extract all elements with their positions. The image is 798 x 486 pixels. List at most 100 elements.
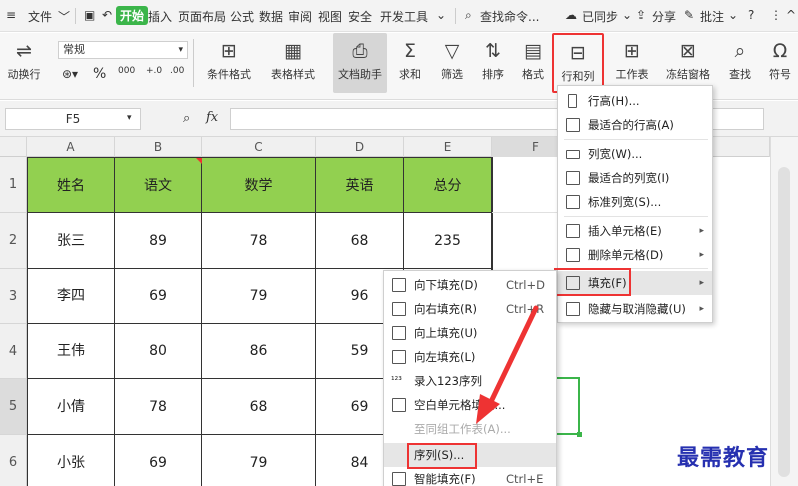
menu-item-best-row-height[interactable]: 最适合的行高(A) — [558, 113, 712, 137]
menu-formula[interactable]: 公式 — [230, 8, 254, 25]
increase-decimal-button[interactable]: +.0 — [146, 66, 162, 76]
row-header[interactable]: 6 — [0, 435, 27, 486]
menu-page-layout[interactable]: 页面布局 — [178, 8, 226, 25]
chevron-down-icon[interactable]: ⌄ — [622, 8, 632, 22]
sigma-icon: Σ — [403, 40, 416, 62]
percent-button[interactable]: % — [93, 66, 106, 82]
table-cell[interactable]: 张三 — [27, 213, 115, 269]
table-header-cell[interactable]: 英语 — [316, 157, 404, 213]
conditional-format-button[interactable]: ⊞ 条件格式 — [198, 33, 260, 93]
sum-button[interactable]: Σ 求和 — [393, 33, 427, 93]
table-cell[interactable]: 68 — [202, 379, 316, 435]
table-header-cell[interactable]: 数学 — [202, 157, 316, 213]
table-cell[interactable]: 79 — [202, 435, 316, 486]
sync-status[interactable]: 已同步 — [582, 8, 618, 25]
comment-button[interactable]: 批注 — [700, 8, 724, 25]
column-header[interactable]: B — [115, 137, 202, 157]
column-header[interactable]: A — [27, 137, 115, 157]
sort-button[interactable]: ⇅ 排序 — [476, 33, 510, 93]
menu-icon[interactable]: ≡ — [6, 8, 16, 22]
fill-left-icon — [392, 350, 406, 364]
menu-dev-tools[interactable]: 开发工具 — [380, 8, 428, 25]
menu-insert[interactable]: 插入 — [148, 8, 172, 25]
column-header[interactable]: D — [316, 137, 404, 157]
menubar: ≡ 文件 ﹀ ▣ ↶ 开始 插入 页面布局 公式 数据 审阅 视图 安全 开发工… — [0, 0, 798, 32]
chevron-down-icon[interactable]: ﹀ — [58, 8, 70, 25]
help-button[interactable]: ? — [748, 8, 754, 22]
row-header[interactable]: 5 — [0, 379, 27, 435]
menu-item-hide-unhide[interactable]: 隐藏与取消隐藏(U) ▸ — [558, 297, 712, 321]
table-cell[interactable]: 79 — [202, 269, 316, 324]
save-icon[interactable]: ▣ — [84, 8, 95, 22]
freeze-panes-button[interactable]: ⊠ 冻结窗格 — [660, 33, 716, 93]
table-header-cell[interactable]: 总分 — [404, 157, 492, 213]
select-all-corner[interactable] — [0, 137, 27, 157]
table-cell[interactable]: 86 — [202, 324, 316, 379]
table-cell[interactable]: 王伟 — [27, 324, 115, 379]
table-cell[interactable]: 78 — [115, 379, 202, 435]
currency-icon[interactable]: ⊛▾ — [62, 67, 78, 81]
symbol-button[interactable]: Ω 符号 — [762, 33, 798, 93]
table-cell[interactable]: 235 — [404, 213, 492, 269]
table-header-cell[interactable]: 姓名 — [27, 157, 115, 213]
scrollbar-thumb[interactable] — [778, 167, 790, 477]
menu-item-insert-cells[interactable]: 插入单元格(E) ▸ — [558, 219, 712, 243]
vertical-scrollbar[interactable] — [770, 137, 798, 486]
menu-item-fill-down[interactable]: 向下填充(D) Ctrl+D — [384, 273, 556, 297]
number-format-select[interactable]: 常规 ▾ — [58, 41, 188, 59]
table-cell[interactable]: 68 — [316, 213, 404, 269]
decrease-decimal-button[interactable]: .00 — [170, 66, 184, 76]
find-button[interactable]: ⌕ 查找 — [722, 33, 758, 93]
menu-file[interactable]: 文件 — [28, 8, 52, 25]
table-cell[interactable]: 李四 — [27, 269, 115, 324]
menu-view[interactable]: 视图 — [318, 8, 342, 25]
share-button[interactable]: 分享 — [652, 8, 676, 25]
filter-button[interactable]: ▽ 筛选 — [434, 33, 470, 93]
menu-data[interactable]: 数据 — [259, 8, 283, 25]
wrap-text-button[interactable]: ⇌ 动换行 — [2, 33, 46, 93]
chevron-down-icon[interactable]: ⌄ — [436, 8, 446, 22]
row-header[interactable]: 4 — [0, 324, 27, 379]
menu-security[interactable]: 安全 — [348, 8, 372, 25]
table-header-cell[interactable]: 语文 — [115, 157, 202, 213]
search-command[interactable]: 查找命令... — [480, 8, 539, 25]
menu-start[interactable]: 开始 — [116, 6, 149, 25]
table-cell[interactable]: 89 — [115, 213, 202, 269]
row-col-button[interactable]: ⊟ 行和列 — [552, 33, 604, 93]
menu-item-best-col-width[interactable]: 最适合的列宽(I) — [558, 166, 712, 190]
table-cell[interactable]: 78 — [202, 213, 316, 269]
format-button[interactable]: ▤ 格式 — [516, 33, 550, 93]
fx-icon[interactable]: fx — [206, 110, 218, 125]
row-height-icon — [568, 94, 577, 108]
table-cell[interactable]: 小张 — [27, 435, 115, 486]
column-header[interactable]: C — [202, 137, 316, 157]
row-header[interactable]: 1 — [0, 157, 27, 213]
fill-handle[interactable] — [577, 432, 582, 437]
table-cell[interactable]: 小倩 — [27, 379, 115, 435]
row-header[interactable]: 2 — [0, 213, 27, 269]
more-icon[interactable]: ⋮ — [770, 8, 782, 22]
column-header[interactable]: E — [404, 137, 492, 157]
chevron-down-icon[interactable]: ⌄ — [728, 8, 738, 22]
chevron-down-icon[interactable]: ▾ — [127, 113, 132, 123]
row-header[interactable]: 3 — [0, 269, 27, 324]
thousands-button[interactable]: 000 — [118, 66, 135, 76]
fill-up-icon — [392, 326, 406, 340]
worksheet-button[interactable]: ⊞ 工作表 — [610, 33, 654, 93]
collapse-icon[interactable]: ^ — [786, 8, 796, 22]
menu-review[interactable]: 审阅 — [288, 8, 312, 25]
menu-item-smart-fill[interactable]: 智能填充(F) Ctrl+E — [384, 467, 556, 486]
name-box[interactable]: F5 — [5, 108, 141, 130]
table-cell[interactable]: 69 — [115, 269, 202, 324]
zoom-icon[interactable]: ⌕ — [183, 111, 190, 126]
table-cell[interactable]: 80 — [115, 324, 202, 379]
menu-item-std-col-width[interactable]: 标准列宽(S)... — [558, 190, 712, 214]
table-cell[interactable]: 69 — [115, 435, 202, 486]
table-style-button[interactable]: ▦ 表格样式 — [262, 33, 324, 93]
menu-item-row-height[interactable]: 行高(H)... — [558, 89, 712, 113]
menu-item-delete-cells[interactable]: 删除单元格(D) ▸ — [558, 243, 712, 267]
doc-helper-button[interactable]: ⎙ 文档助手 — [333, 33, 387, 93]
menu-item-col-width[interactable]: 列宽(W)... — [558, 142, 712, 166]
undo-icon[interactable]: ↶ — [102, 8, 112, 22]
search-icon[interactable]: ⌕ — [465, 8, 472, 23]
